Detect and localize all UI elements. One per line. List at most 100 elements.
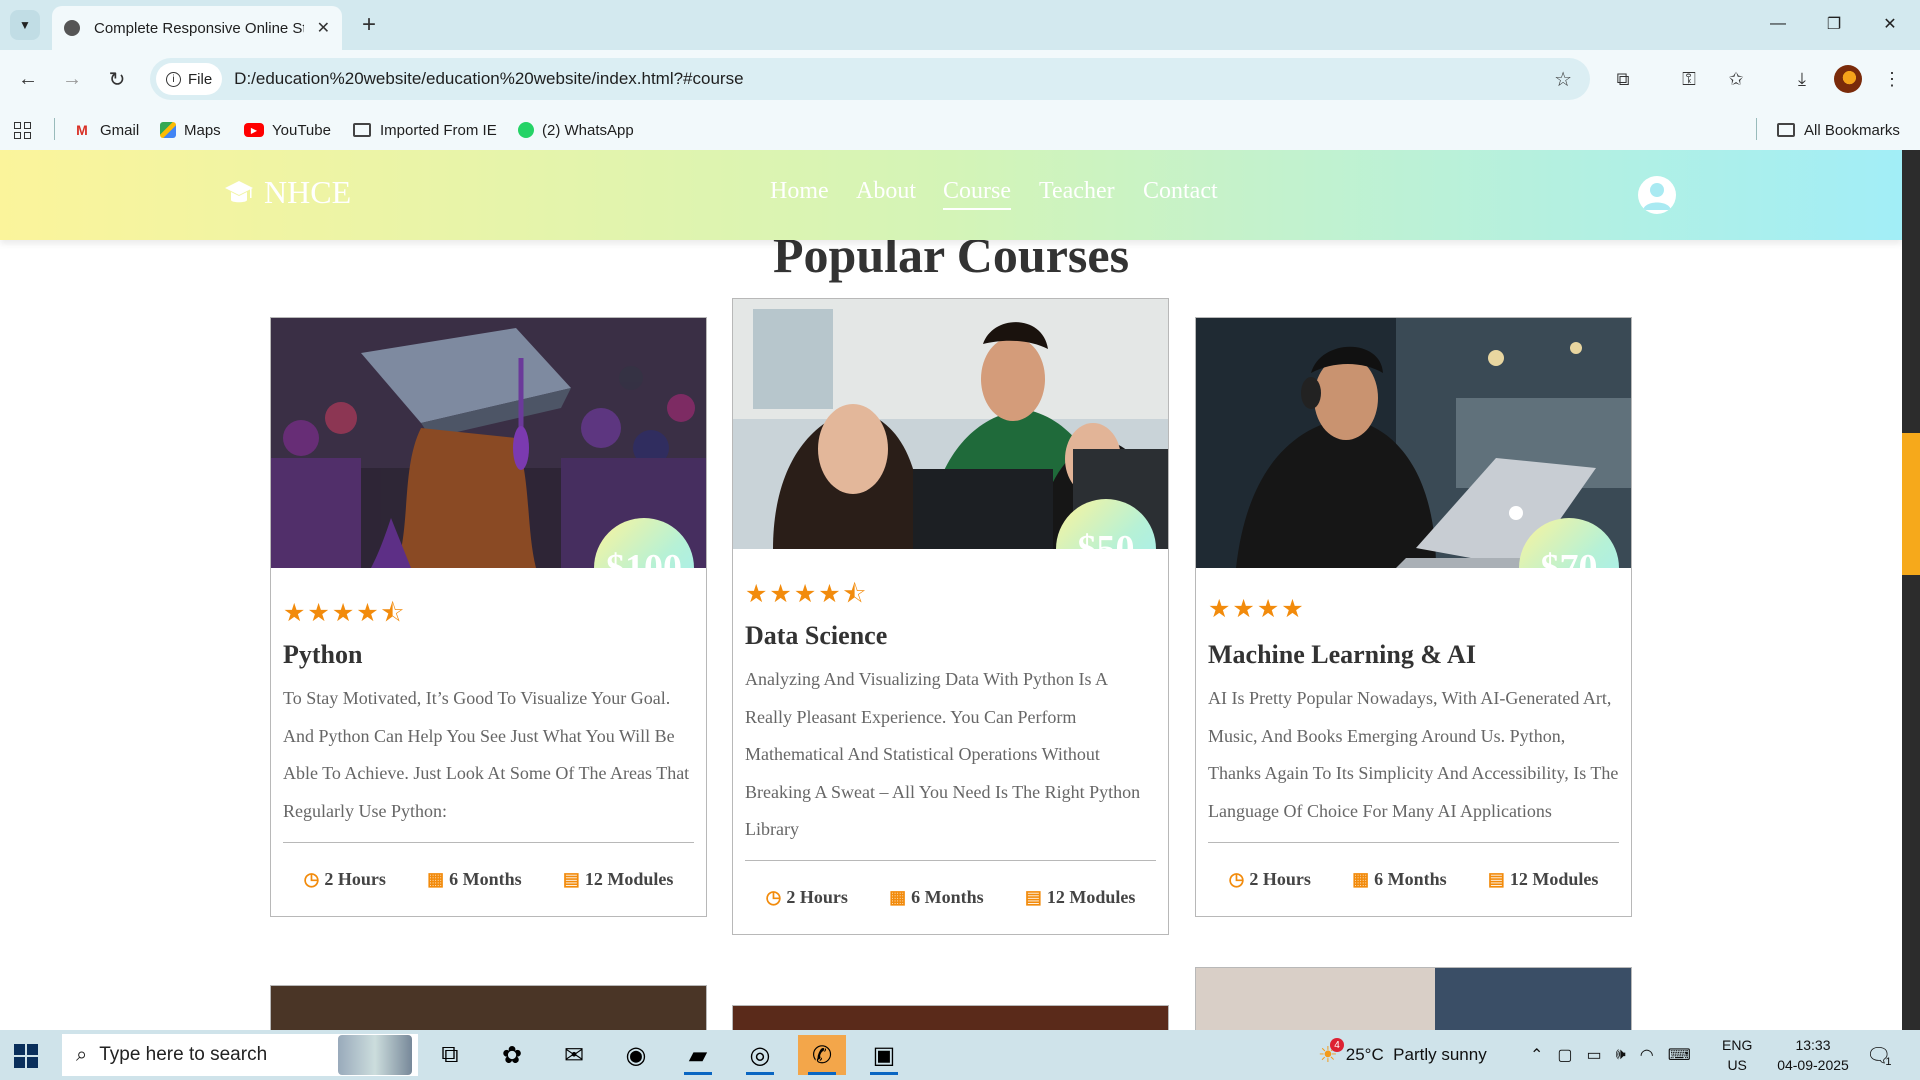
folder-icon — [352, 121, 372, 139]
new-tab-button[interactable]: + — [354, 10, 384, 40]
all-bookmarks-label: All Bookmarks — [1804, 121, 1900, 139]
book-icon: ▤ — [1487, 869, 1505, 889]
info-icon: i — [166, 71, 181, 87]
wifi-icon: ◠ — [1639, 1047, 1654, 1064]
card-body: ★★★★⯪ Python To Stay Motivated, It’s Goo… — [271, 568, 706, 916]
user-icon[interactable] — [1638, 176, 1676, 214]
nav-about[interactable]: About — [856, 178, 916, 205]
logo-text: NHCE — [264, 174, 352, 210]
minimize-icon: — — [1770, 15, 1786, 32]
chrome-icon[interactable]: ◎ — [736, 1035, 784, 1075]
card-body: ★★★★⯪ Data Science Analyzing And Visuali… — [733, 549, 1168, 934]
course-meta: ◷ 2 Hours ▦ 6 Months ▤ 12 Modules — [1208, 843, 1619, 916]
gmail-icon: M — [76, 122, 88, 138]
minimize-button[interactable]: — — [1750, 8, 1806, 40]
bookmark-whatsapp[interactable]: (2) WhatsApp — [518, 118, 634, 142]
menu-dots-icon[interactable]: ⋮ — [1876, 63, 1908, 95]
graduation-cap-icon — [225, 180, 253, 202]
download-icon[interactable]: ⤓ — [1786, 63, 1818, 95]
language-indicator[interactable]: ENG US — [1722, 1030, 1752, 1080]
tab-bar: ▼ Complete Responsive Online St ✕ + — ❐ … — [0, 0, 1920, 50]
site-info-chip[interactable]: i File — [156, 63, 223, 95]
divider — [54, 118, 55, 140]
restore-button[interactable]: ❐ — [1806, 8, 1862, 40]
nav-teacher[interactable]: Teacher — [1039, 178, 1115, 205]
course-description: To Stay Motivated, It’s Good To Visualiz… — [283, 688, 690, 821]
modules-count: ▤ 12 Modules — [1487, 869, 1599, 889]
nav-course[interactable]: Course — [943, 178, 1011, 210]
close-icon[interactable]: ✕ — [317, 18, 330, 38]
mail-icon[interactable]: ✉ — [550, 1035, 598, 1075]
close-icon: ✕ — [1883, 16, 1897, 33]
nav-contact[interactable]: Contact — [1143, 178, 1218, 205]
course-card-partial — [732, 1005, 1169, 1030]
youtube-icon: ▶ — [244, 123, 264, 137]
bookmarks-bar: M Gmail Maps ▶ YouTube Imported From IE … — [0, 108, 1920, 150]
search-icon: ⌕ — [76, 1043, 88, 1066]
back-button[interactable]: ← — [12, 63, 44, 95]
card-body: ★★★★ Machine Learning & AI AI Is Pretty … — [1196, 568, 1631, 916]
bookmark-maps[interactable]: Maps — [160, 118, 221, 142]
windows-start-icon[interactable] — [14, 1044, 38, 1068]
lang-code: ENG — [1722, 1037, 1753, 1053]
tab-search-button[interactable]: ▼ — [10, 10, 40, 40]
reload-button[interactable]: ↻ — [101, 63, 133, 95]
browser-tab[interactable]: Complete Responsive Online St ✕ — [52, 6, 342, 50]
copilot-icon[interactable]: ✿ — [488, 1035, 536, 1075]
page-scrollbar[interactable] — [1902, 150, 1920, 1030]
notification-icon[interactable]: 🗨 1 — [1866, 1030, 1892, 1080]
search-highlight-image — [338, 1035, 412, 1075]
course-title[interactable]: Python — [283, 640, 694, 670]
modules-count: ▤ 12 Modules — [562, 869, 674, 889]
apps-grid-icon[interactable] — [14, 118, 31, 142]
duration-hours: ◷ 2 Hours — [1228, 869, 1311, 889]
duration-months: ▦ 6 Months — [889, 887, 984, 907]
terminal-icon[interactable]: ▣ — [860, 1035, 908, 1075]
bookmark-label: Imported From IE — [380, 121, 497, 139]
address-bar[interactable]: i File D:/education%20website/education%… — [150, 58, 1590, 100]
bookmark-gmail[interactable]: M Gmail — [72, 118, 139, 142]
book-icon: ▤ — [1024, 887, 1042, 907]
bookmark-folder-imported[interactable]: Imported From IE — [352, 118, 497, 142]
reload-icon: ↻ — [108, 68, 126, 91]
taskbar-search-box[interactable]: ⌕ Type here to search — [62, 1034, 418, 1076]
site-logo[interactable]: NHCE — [224, 174, 351, 211]
battery-icon: ▭ — [1586, 1047, 1602, 1064]
extensions-icon[interactable]: ⧉ — [1607, 63, 1639, 95]
course-title[interactable]: Data Science — [745, 621, 1156, 651]
whatsapp-taskbar-icon[interactable]: ✆ — [798, 1035, 846, 1075]
lang-region: US — [1727, 1057, 1747, 1073]
browser-toolbar: ← → ↻ i File D:/education%20website/educ… — [0, 50, 1920, 108]
bookmark-youtube[interactable]: ▶ YouTube — [244, 118, 331, 142]
clock-date: 04-09-2025 — [1777, 1057, 1849, 1073]
clock[interactable]: 13:33 04-09-2025 — [1768, 1030, 1858, 1080]
favorites-icon[interactable]: ✩ — [1720, 63, 1752, 95]
course-description: AI Is Pretty Popular Nowadays, With AI-G… — [1208, 688, 1619, 821]
course-title[interactable]: Machine Learning & AI — [1208, 640, 1619, 670]
task-view-icon[interactable]: ⧉ — [426, 1035, 474, 1075]
profile-avatar[interactable] — [1834, 65, 1862, 93]
url-text[interactable]: D:/education%20website/education%20websi… — [234, 69, 743, 89]
system-tray-icons[interactable]: ⌃ ▢ ▭ 🕪 ◠ ⌨ — [1530, 1030, 1691, 1080]
star-rating: ★★★★⯪ — [283, 599, 407, 627]
all-bookmarks-button[interactable]: All Bookmarks — [1776, 118, 1900, 142]
star-rating: ★★★★⯪ — [745, 580, 869, 608]
clock-icon: ◷ — [765, 887, 782, 907]
calendar-icon: ▦ — [889, 887, 907, 907]
course-image-graduation: $100 — [271, 318, 706, 568]
file-explorer-icon[interactable]: ▰ — [674, 1035, 722, 1075]
nav-home[interactable]: Home — [770, 178, 829, 205]
close-window-button[interactable]: ✕ — [1862, 8, 1918, 40]
weather-widget[interactable]: ☀ 4 25°C Partly sunny — [1318, 1030, 1487, 1080]
calendar-icon: ▦ — [427, 869, 445, 889]
duration-months: ▦ 6 Months — [1352, 869, 1447, 889]
password-key-icon[interactable]: ⚿ — [1673, 63, 1705, 95]
course-image-machine-learning: $70 — [1196, 318, 1631, 568]
scrollbar-thumb[interactable] — [1902, 433, 1920, 575]
plus-icon: + — [361, 11, 376, 38]
weather-badge: 4 — [1330, 1038, 1344, 1052]
forward-button[interactable]: → — [56, 63, 88, 95]
course-card: $50 ★★★★⯪ Data Science Analyzing And Vis… — [732, 298, 1169, 935]
bookmark-star-icon[interactable]: ☆ — [1554, 67, 1572, 92]
edge-icon[interactable]: ◉ — [612, 1035, 660, 1075]
